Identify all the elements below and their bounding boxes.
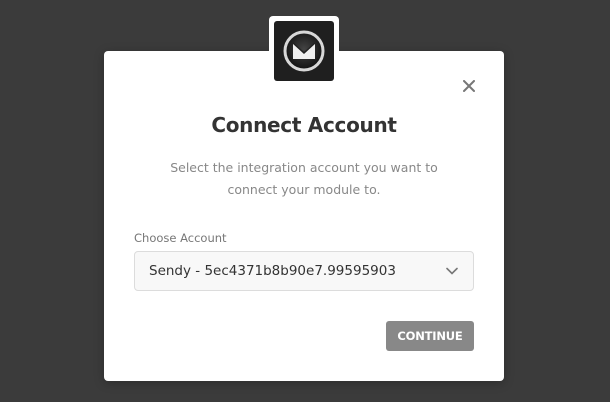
modal-title: Connect Account: [211, 113, 397, 137]
selected-account-value: Sendy - 5ec4371b8b90e7.99595903: [149, 263, 396, 279]
choose-account-label: Choose Account: [134, 231, 227, 245]
close-icon: [463, 80, 475, 92]
chevron-down-icon: [445, 264, 459, 278]
connect-account-modal: Connect Account Select the integration a…: [104, 51, 504, 381]
modal-overlay: Connect Account Select the integration a…: [0, 0, 610, 402]
close-button[interactable]: [460, 77, 478, 95]
continue-button[interactable]: CONTINUE: [386, 321, 474, 351]
sendy-envelope-icon: [283, 30, 325, 72]
modal-description: Select the integration account you want …: [170, 160, 438, 197]
sendy-logo: [274, 21, 334, 81]
integration-logo-frame: [269, 16, 339, 86]
account-select[interactable]: Sendy - 5ec4371b8b90e7.99595903: [134, 251, 474, 291]
